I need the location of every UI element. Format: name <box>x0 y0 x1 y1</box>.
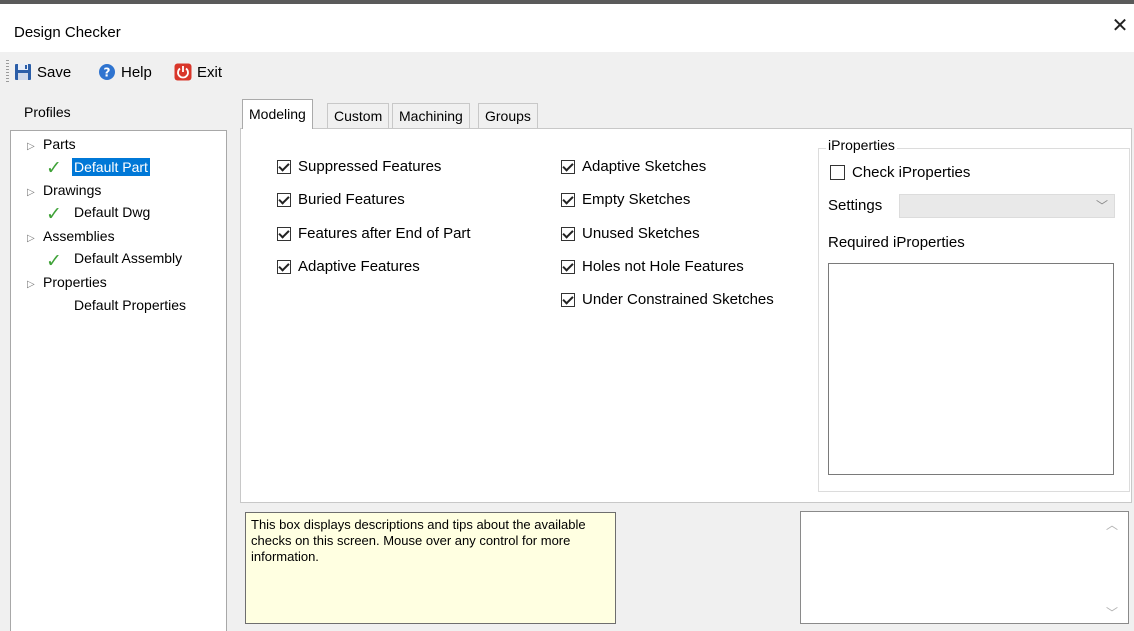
chevron-down-icon[interactable]: ﹀ <box>1096 197 1108 214</box>
checkbox-adaptive-sketches[interactable]: Adaptive Sketches <box>561 158 706 175</box>
scroll-up-icon[interactable]: ︿ <box>1106 516 1118 533</box>
checkbox-adaptive-features[interactable]: Adaptive Features <box>277 258 420 275</box>
help-button[interactable]: ? Help <box>98 60 152 84</box>
window-title: Design Checker <box>14 24 121 41</box>
checkbox-box[interactable] <box>561 159 575 174</box>
iproperties-group-label: iProperties <box>826 137 897 153</box>
tab-custom[interactable]: Custom <box>327 103 390 128</box>
title-bar <box>0 4 1134 52</box>
profiles-label: Profiles <box>24 104 71 120</box>
tree-node-drawings[interactable]: Drawings <box>43 182 101 198</box>
toolbar <box>0 52 1134 92</box>
checkbox-box[interactable] <box>561 292 575 307</box>
checkbox-box[interactable] <box>561 192 575 207</box>
settings-label: Settings <box>828 197 883 214</box>
expand-arrow-icon[interactable]: ▷ <box>27 279 35 290</box>
checkbox-box[interactable] <box>277 192 291 207</box>
checkbox-box[interactable] <box>277 159 291 174</box>
exit-button[interactable]: Exit <box>174 60 222 84</box>
scroll-down-icon[interactable]: ﹀ <box>1106 604 1118 621</box>
checkbox-box[interactable] <box>830 165 845 180</box>
tree-node-default-assembly[interactable]: Default Assembly <box>74 250 182 266</box>
tree-node-assemblies[interactable]: Assemblies <box>43 228 115 244</box>
check-iproperties-checkbox[interactable]: Check iProperties <box>830 164 970 181</box>
checkbox-label: Unused Sketches <box>582 225 700 242</box>
checkbox-label: Suppressed Features <box>298 158 442 175</box>
description-box[interactable]: ︿ ﹀ <box>800 511 1129 624</box>
checkbox-label: Check iProperties <box>852 164 971 181</box>
help-question-icon: ? <box>98 63 116 81</box>
check-mark-icon: ✓ <box>46 251 62 272</box>
tree-node-default-properties[interactable]: Default Properties <box>74 297 186 313</box>
checkbox-label: Empty Sketches <box>582 191 691 208</box>
checkbox-box[interactable] <box>561 226 575 241</box>
svg-text:?: ? <box>104 66 111 80</box>
checkbox-unused-sketches[interactable]: Unused Sketches <box>561 225 700 242</box>
checkbox-label: Under Constrained Sketches <box>582 291 774 308</box>
toolbar-grip[interactable] <box>6 60 9 82</box>
checkbox-label: Holes not Hole Features <box>582 258 744 275</box>
required-iproperties-label: Required iProperties <box>828 234 965 251</box>
expand-arrow-icon[interactable]: ▷ <box>27 141 35 152</box>
checkbox-label: Adaptive Sketches <box>582 158 707 175</box>
expand-arrow-icon[interactable]: ▷ <box>27 233 35 244</box>
power-exit-icon <box>174 63 192 81</box>
checkbox-label: Features after End of Part <box>298 225 471 242</box>
checkbox-under-constrained-sketches[interactable]: Under Constrained Sketches <box>561 291 774 308</box>
tab-machining[interactable]: Machining <box>392 103 470 128</box>
tree-node-default-part[interactable]: Default Part <box>72 158 150 176</box>
exit-label: Exit <box>197 63 223 81</box>
tab-modeling[interactable]: Modeling <box>242 99 313 129</box>
tips-box: This box displays descriptions and tips … <box>245 512 616 624</box>
tab-groups[interactable]: Groups <box>478 103 538 128</box>
settings-dropdown[interactable]: ﹀ <box>899 194 1115 218</box>
help-label: Help <box>121 63 152 81</box>
checkbox-box[interactable] <box>277 259 291 274</box>
expand-arrow-icon[interactable]: ▷ <box>27 187 35 198</box>
checkbox-label: Buried Features <box>298 191 405 208</box>
save-label: Save <box>37 63 72 81</box>
check-mark-icon: ✓ <box>46 204 62 225</box>
tree-node-default-dwg[interactable]: Default Dwg <box>74 204 150 220</box>
tree-node-properties[interactable]: Properties <box>43 274 107 290</box>
checkbox-label: Adaptive Features <box>298 258 420 275</box>
save-disk-icon <box>14 63 32 81</box>
checkbox-holes-not-hole-features[interactable]: Holes not Hole Features <box>561 258 744 275</box>
checkbox-empty-sketches[interactable]: Empty Sketches <box>561 191 690 208</box>
required-iproperties-list[interactable] <box>828 263 1114 475</box>
checkbox-features-after-end-of-part[interactable]: Features after End of Part <box>277 225 471 242</box>
tree-node-parts[interactable]: Parts <box>43 136 76 152</box>
check-mark-icon: ✓ <box>46 158 62 179</box>
profiles-tree[interactable]: ▷ Parts ✓ Default Part ▷ Drawings ✓ Defa… <box>10 130 227 631</box>
close-icon[interactable]: ✕ <box>1108 14 1132 38</box>
checkbox-buried-features[interactable]: Buried Features <box>277 191 405 208</box>
save-button[interactable]: Save <box>14 60 71 84</box>
checkbox-box[interactable] <box>277 226 291 241</box>
checkbox-suppressed-features[interactable]: Suppressed Features <box>277 158 441 175</box>
checkbox-box[interactable] <box>561 259 575 274</box>
